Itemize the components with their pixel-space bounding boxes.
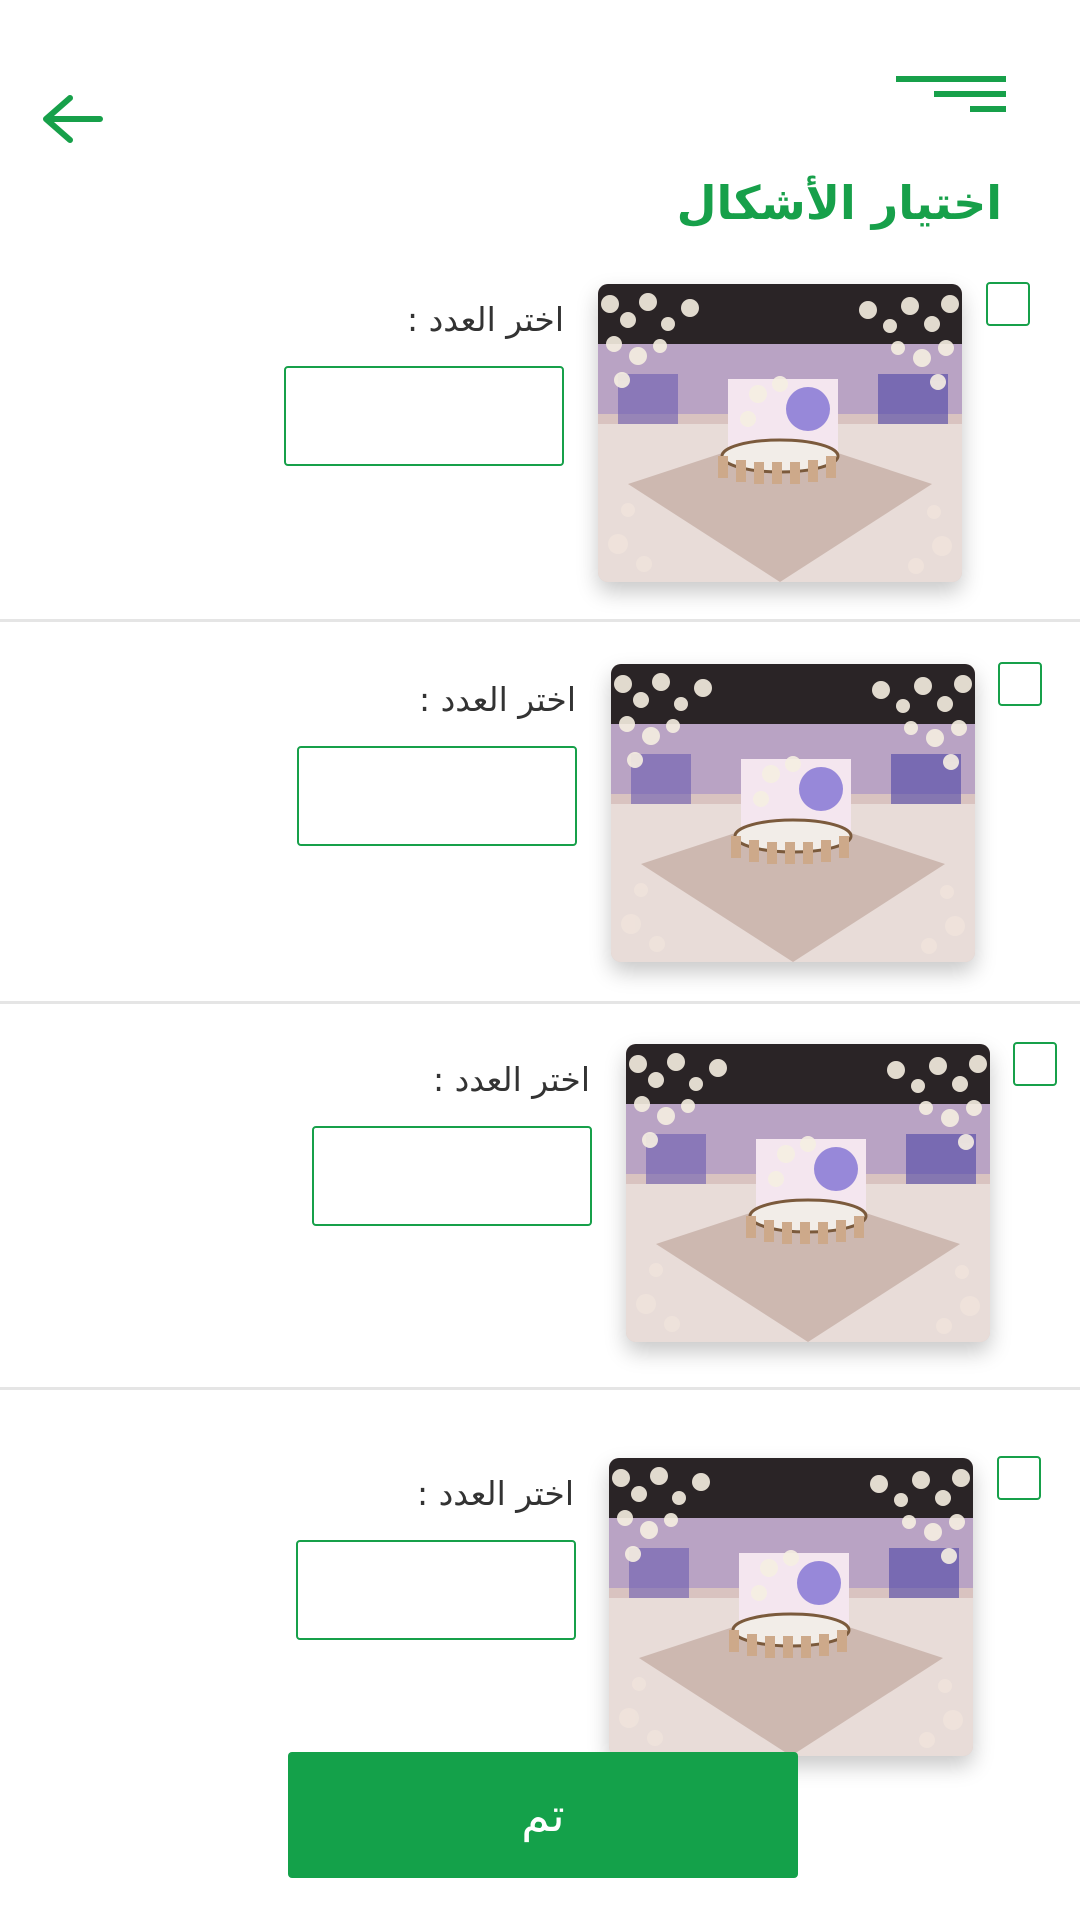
count-label: اختر العدد : <box>419 680 576 719</box>
item-checkbox[interactable] <box>997 1456 1041 1500</box>
done-button[interactable]: تم <box>288 1752 798 1878</box>
shapes-list: اختر العدد : اختر العدد : اختر العدد : ا… <box>0 278 1080 1810</box>
list-item: اختر العدد : <box>0 278 1080 622</box>
hall-photo <box>626 1044 990 1342</box>
count-input[interactable] <box>297 746 577 846</box>
count-input[interactable] <box>284 366 564 466</box>
app-header: اختيار الأشكال <box>0 0 1080 260</box>
item-checkbox[interactable] <box>1013 1042 1057 1086</box>
menu-button[interactable] <box>896 70 1014 122</box>
hall-photo <box>598 284 962 582</box>
count-input[interactable] <box>296 1540 576 1640</box>
list-item: اختر العدد : <box>0 1390 1080 1810</box>
back-button[interactable] <box>38 92 118 158</box>
count-label: اختر العدد : <box>407 300 564 339</box>
hall-photo <box>609 1458 973 1756</box>
hall-photo <box>611 664 975 962</box>
list-item: اختر العدد : <box>0 1004 1080 1390</box>
page-title: اختيار الأشكال <box>676 176 1002 230</box>
hamburger-menu-icon <box>896 76 1006 112</box>
arrow-left-icon <box>43 95 103 143</box>
item-checkbox[interactable] <box>998 662 1042 706</box>
count-label: اختر العدد : <box>433 1060 590 1099</box>
list-item: اختر العدد : <box>0 622 1080 1004</box>
item-checkbox[interactable] <box>986 282 1030 326</box>
count-label: اختر العدد : <box>417 1474 574 1513</box>
count-input[interactable] <box>312 1126 592 1226</box>
